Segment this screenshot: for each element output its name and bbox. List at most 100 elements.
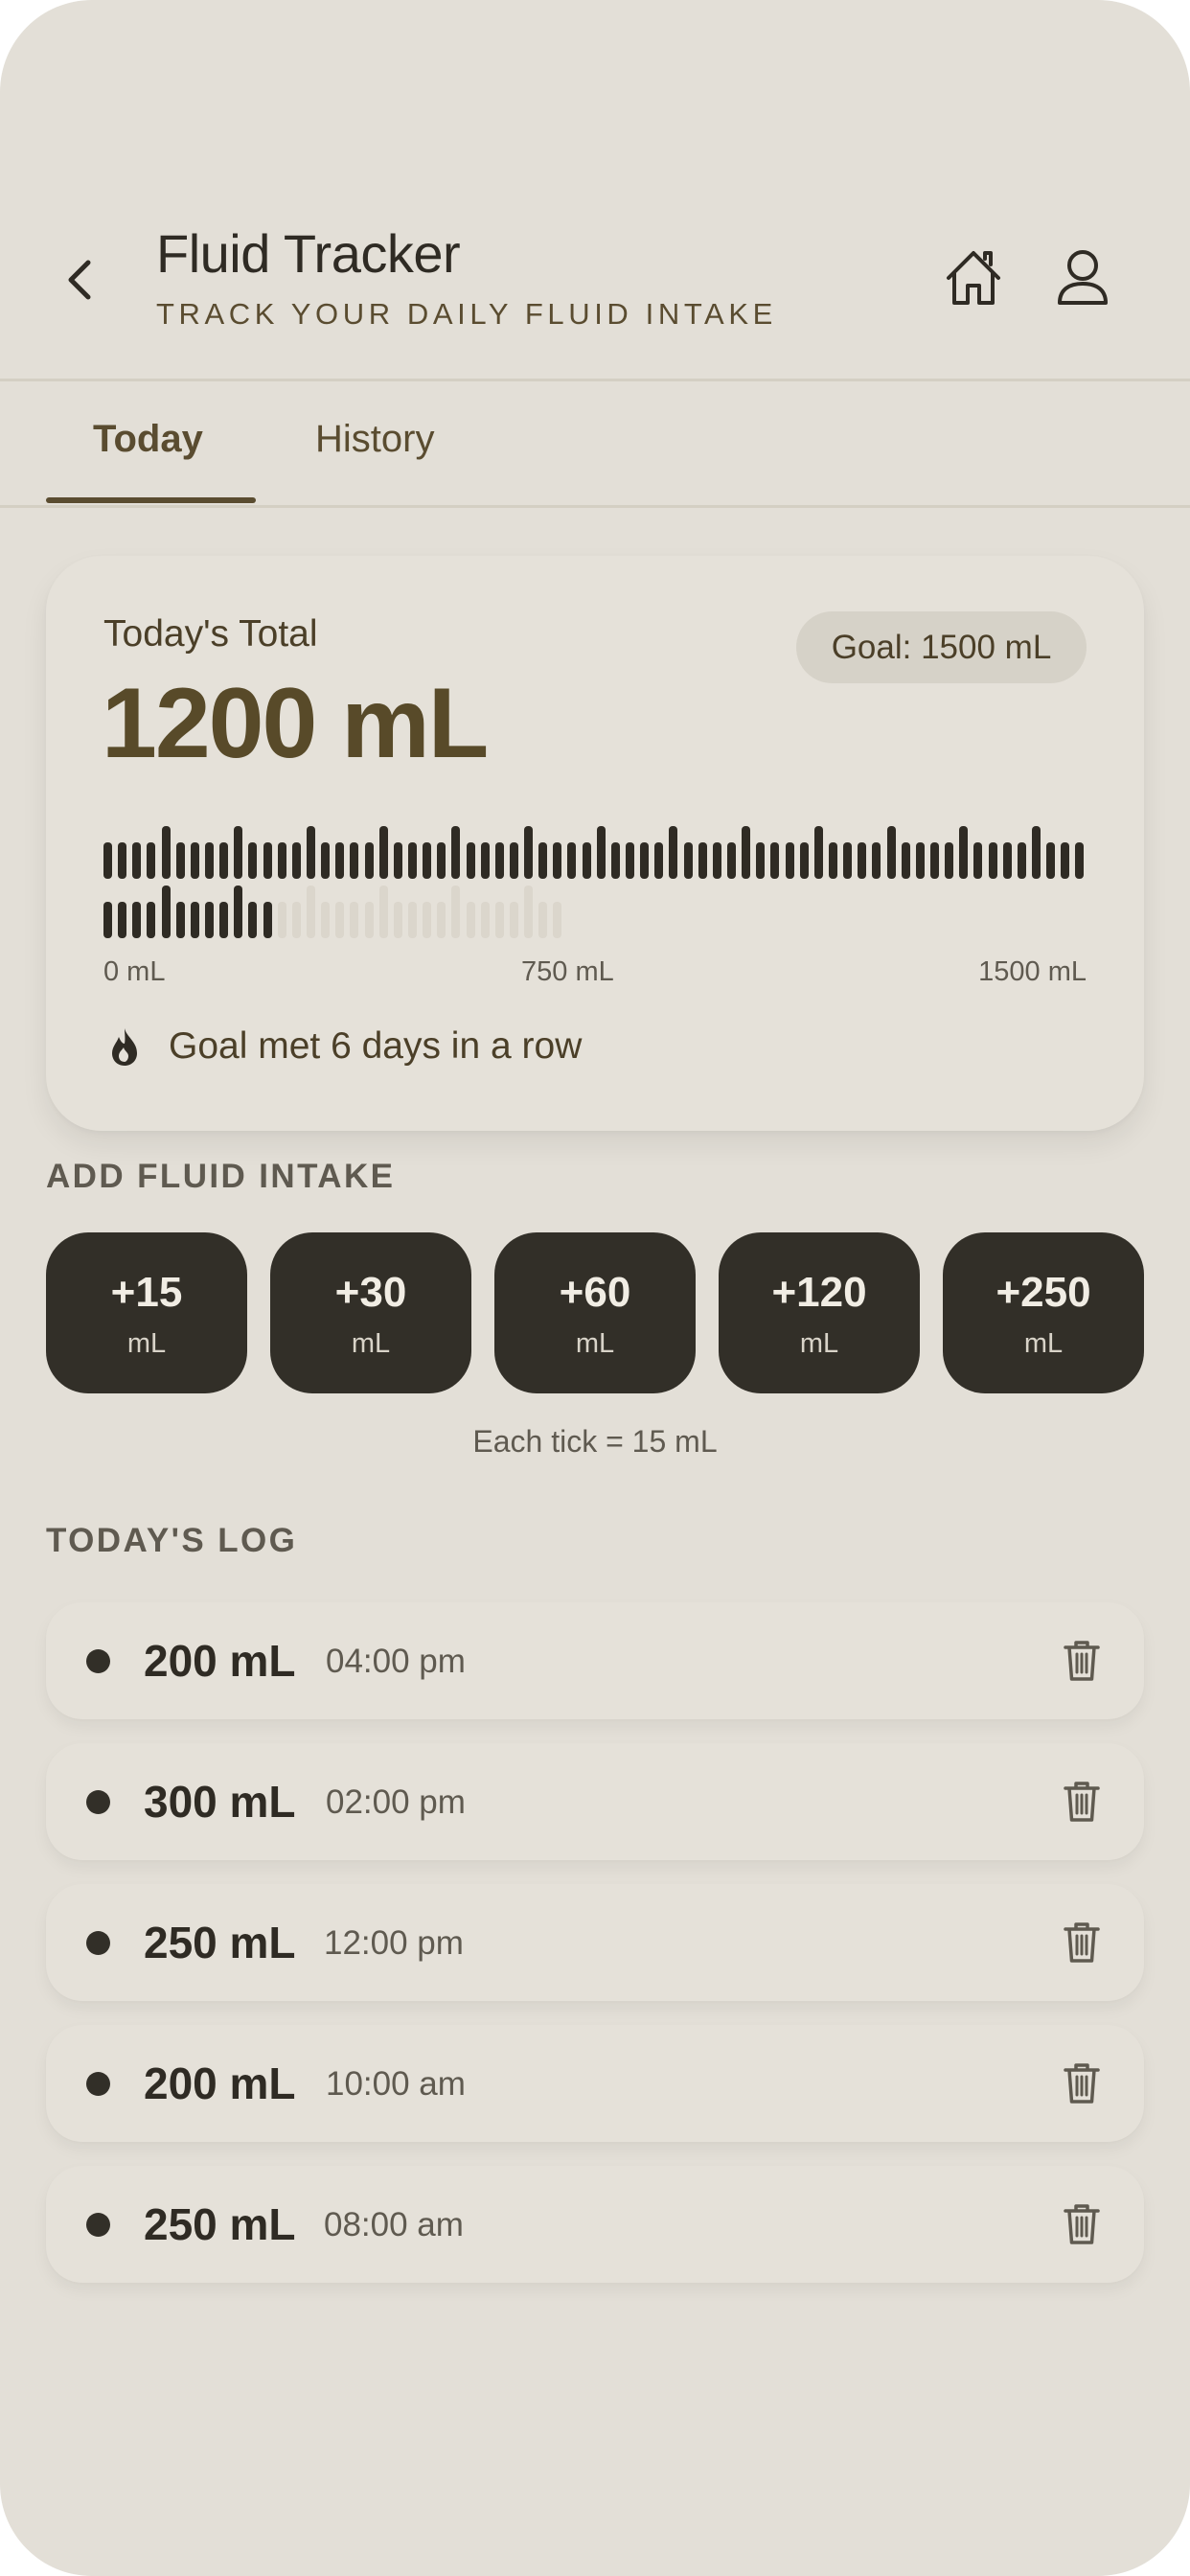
add-unit: mL (799, 1328, 839, 1359)
tick-filled (785, 842, 794, 879)
tick-filled (901, 842, 910, 879)
chevron-left-icon (68, 260, 91, 300)
tick-filled (770, 842, 780, 879)
tick-filled (596, 826, 606, 879)
tick-filled (234, 886, 243, 938)
scale-start-label: 0 mL (103, 956, 166, 987)
log-entry: 200 mL 04:00 pm (46, 1602, 1144, 1719)
delete-button[interactable] (1058, 2200, 1106, 2248)
tick-filled (858, 842, 867, 879)
trash-icon (1064, 2204, 1100, 2244)
tick-filled (147, 902, 156, 938)
add-amount: +15 (110, 1269, 183, 1316)
tick-filled (175, 902, 185, 938)
add-30-button[interactable]: +30 mL (270, 1232, 471, 1393)
delete-button[interactable] (1058, 1637, 1106, 1685)
log-entry: 200 mL 10:00 am (46, 2025, 1144, 2142)
tick-filled (248, 902, 258, 938)
tick-filled (959, 826, 969, 879)
tick-empty (335, 902, 345, 938)
add-unit: mL (126, 1328, 167, 1359)
tick-empty (393, 902, 402, 938)
tick-filled (378, 826, 388, 879)
tick-empty (509, 902, 518, 938)
tab-today[interactable]: Today (93, 418, 203, 461)
tick-empty (407, 902, 417, 938)
tick-filled (423, 842, 432, 879)
tick-filled (248, 842, 258, 879)
page-subtitle: TRACK YOUR DAILY FLUID INTAKE (156, 297, 777, 331)
delete-button[interactable] (1058, 2059, 1106, 2107)
trash-icon (1064, 1922, 1100, 1963)
bullet-dot (86, 1790, 110, 1814)
summary-card: Today's Total 1200 mL Goal: 1500 mL 0 mL… (46, 556, 1144, 1131)
profile-button[interactable] (1046, 242, 1119, 314)
tick-filled (147, 842, 156, 879)
tick-empty (350, 902, 359, 938)
tick-filled (626, 842, 635, 879)
add-60-button[interactable]: +60 mL (494, 1232, 696, 1393)
tick-empty (378, 886, 388, 938)
log-time: 02:00 pm (326, 1783, 466, 1821)
tick-empty (423, 902, 432, 938)
tick-filled (610, 842, 620, 879)
add-120-button[interactable]: +120 mL (719, 1232, 920, 1393)
tick-filled (886, 826, 896, 879)
delete-button[interactable] (1058, 1778, 1106, 1826)
page-title: Fluid Tracker (156, 223, 461, 284)
add-section-label: ADD FLUID INTAKE (46, 1158, 396, 1195)
tick-filled (132, 902, 142, 938)
back-button[interactable] (46, 245, 115, 314)
tick-filled (407, 842, 417, 879)
log-amount: 250 mL (144, 1918, 296, 1967)
tick-empty (437, 902, 446, 938)
add-unit: mL (351, 1328, 391, 1359)
tick-filled (451, 826, 461, 879)
tick-filled (567, 842, 577, 879)
tick-filled (988, 842, 997, 879)
tick-filled (973, 842, 983, 879)
tick-filled (306, 826, 315, 879)
tick-filled (509, 842, 518, 879)
tick-filled (219, 842, 229, 879)
tab-history[interactable]: History (315, 418, 434, 461)
tick-filled (219, 902, 229, 938)
add-unit: mL (575, 1328, 615, 1359)
tick-filled (945, 842, 954, 879)
bullet-dot (86, 2072, 110, 2096)
tick-filled (929, 842, 939, 879)
flame-icon (112, 1028, 137, 1066)
bullet-dot (86, 2213, 110, 2237)
tick-filled (103, 842, 112, 879)
add-amount: +250 (995, 1269, 1091, 1316)
add-amount: +30 (334, 1269, 407, 1316)
tick-filled (553, 842, 562, 879)
log-amount: 200 mL (144, 1636, 296, 1686)
trash-icon (1064, 2063, 1100, 2104)
tick-filled (843, 842, 853, 879)
tick-filled (118, 842, 127, 879)
tick-filled (872, 842, 881, 879)
log-time: 10:00 am (326, 2065, 466, 2103)
tick-note: Each tick = 15 mL (472, 1424, 718, 1459)
tick-filled (712, 842, 721, 879)
tick-filled (582, 842, 591, 879)
tick-filled (742, 826, 751, 879)
tick-empty (553, 902, 562, 938)
tick-empty (364, 902, 374, 938)
home-icon (947, 251, 1000, 305)
add-250-button[interactable]: +250 mL (943, 1232, 1144, 1393)
tick-filled (1061, 842, 1070, 879)
home-button[interactable] (937, 242, 1010, 314)
tick-filled (204, 902, 214, 938)
bullet-dot (86, 1649, 110, 1673)
tick-filled (494, 842, 504, 879)
tick-filled (1075, 842, 1085, 879)
active-tab-indicator (46, 497, 256, 503)
log-amount: 250 mL (144, 2199, 296, 2249)
tick-filled (132, 842, 142, 879)
tick-filled (263, 842, 272, 879)
tick-filled (480, 842, 490, 879)
delete-button[interactable] (1058, 1919, 1106, 1966)
add-15-button[interactable]: +15 mL (46, 1232, 247, 1393)
